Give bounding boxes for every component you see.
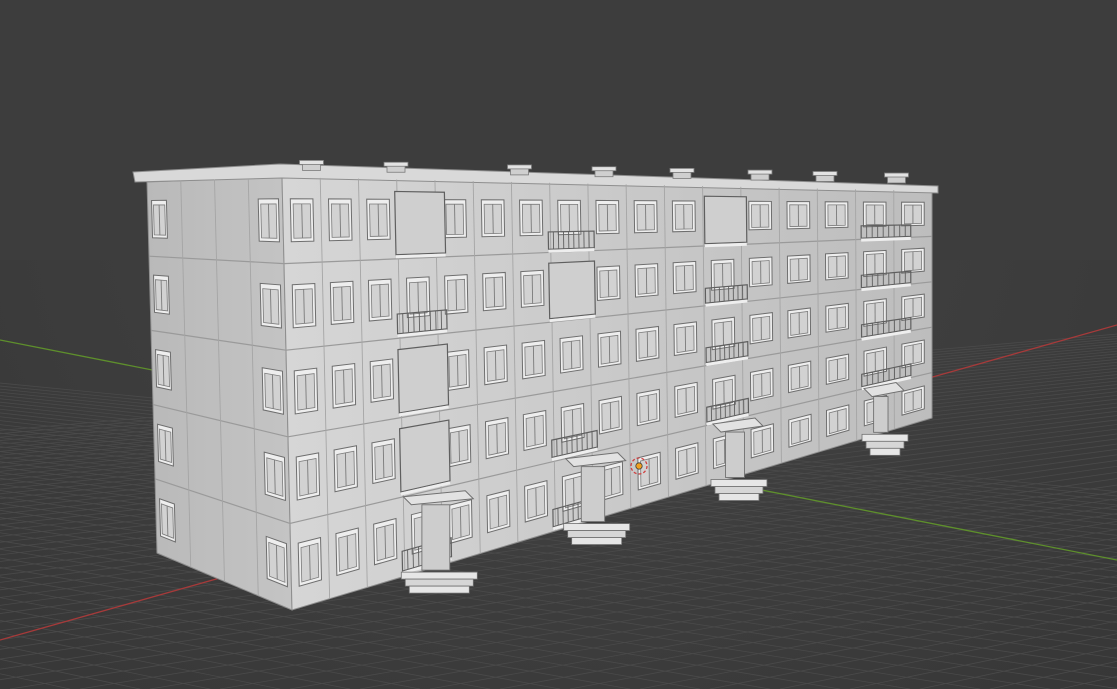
entrance-step — [563, 523, 631, 531]
3d-viewport[interactable] — [0, 0, 1117, 689]
entrance-door — [725, 431, 745, 478]
entrance-step — [718, 493, 760, 501]
entrance-step — [567, 530, 627, 538]
window-mullion — [458, 431, 460, 462]
window-mullion — [496, 424, 498, 454]
entrance-step — [869, 447, 901, 456]
entrance-step — [714, 486, 764, 494]
roof-vent-cap — [299, 160, 324, 165]
window-mullion — [457, 355, 459, 386]
roof-vent-cap — [591, 166, 617, 172]
window-mullion — [454, 204, 456, 235]
scene-canvas[interactable] — [0, 0, 1117, 689]
entrance-step — [710, 479, 768, 487]
balcony — [398, 419, 451, 493]
roof-vent-cap — [669, 167, 695, 173]
entrance-step — [861, 433, 909, 442]
balcony — [703, 195, 748, 245]
window-mullion — [459, 506, 462, 538]
roof-vent-cap — [884, 172, 909, 178]
building-model[interactable] — [132, 160, 939, 611]
entrance-door — [873, 396, 889, 433]
window-mullion — [493, 277, 496, 307]
window-mullion — [492, 204, 494, 234]
entrance-step — [404, 578, 474, 587]
entrance-door — [580, 466, 606, 523]
entrance-door — [421, 504, 451, 571]
window-mullion — [455, 279, 458, 311]
balcony-slab — [548, 248, 595, 253]
window-mullion — [494, 350, 497, 381]
balcony — [394, 190, 447, 256]
roof-vent-cap — [812, 171, 838, 176]
entrance-step — [865, 440, 905, 449]
balcony — [397, 343, 450, 414]
balcony-slab — [704, 242, 747, 248]
balcony — [548, 260, 596, 320]
entrance-step — [408, 585, 470, 594]
roof-vent-cap — [507, 164, 532, 170]
entrance-step — [400, 571, 478, 580]
window-mullion — [417, 282, 419, 314]
window-mullion — [497, 497, 500, 527]
balcony-slab — [395, 253, 446, 259]
entrance-step — [571, 537, 623, 545]
roof-vent-cap — [747, 169, 773, 175]
origin-dot — [635, 462, 643, 470]
balcony-slab — [861, 236, 911, 242]
roof-vent-cap — [383, 161, 409, 167]
